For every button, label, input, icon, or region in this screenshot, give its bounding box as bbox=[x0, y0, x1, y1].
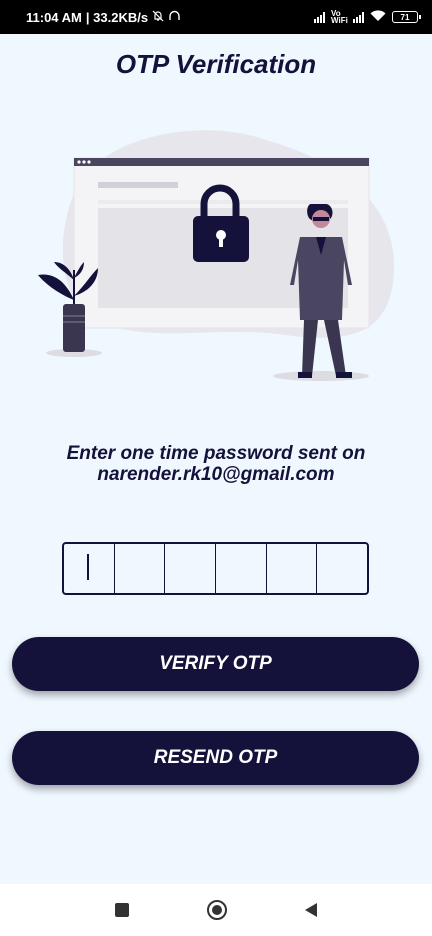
otp-digit-3[interactable] bbox=[165, 544, 217, 593]
otp-digit-5[interactable] bbox=[267, 544, 318, 593]
status-left: 11:04 AM | 33.2KB/s bbox=[26, 10, 181, 25]
system-nav-bar bbox=[0, 884, 432, 936]
wifi-icon bbox=[370, 10, 386, 24]
recents-icon[interactable] bbox=[115, 903, 129, 917]
home-icon[interactable] bbox=[207, 900, 227, 920]
volte-label: Vo WiFi bbox=[331, 9, 348, 25]
signal-icon bbox=[353, 11, 364, 23]
headphones-icon bbox=[168, 10, 181, 25]
security-illustration bbox=[36, 120, 406, 390]
battery-icon: 71 bbox=[392, 11, 421, 23]
instruction-text: Enter one time password sent on bbox=[66, 443, 366, 464]
otp-instruction: Enter one time password sent on narender… bbox=[0, 443, 432, 485]
otp-input[interactable] bbox=[62, 542, 369, 595]
otp-digit-6[interactable] bbox=[317, 544, 367, 593]
battery-level: 71 bbox=[400, 12, 410, 22]
browser-top-bar bbox=[74, 158, 369, 166]
muted-bell-icon bbox=[152, 10, 164, 25]
resend-otp-label: RESEND OTP bbox=[153, 747, 278, 768]
text-cursor bbox=[87, 554, 89, 580]
back-icon[interactable] bbox=[305, 903, 317, 917]
signal-icon bbox=[314, 11, 325, 23]
verify-otp-label: VERIFY OTP bbox=[159, 653, 272, 674]
verify-otp-button[interactable]: VERIFY OTP bbox=[12, 637, 419, 691]
recipient-email: narender.rk10@gmail.com bbox=[97, 464, 335, 485]
otp-digit-4[interactable] bbox=[216, 544, 267, 593]
network-speed: | 33.2KB/s bbox=[85, 9, 149, 25]
status-right: Vo WiFi 71 bbox=[314, 9, 421, 25]
status-bar: 11:04 AM | 33.2KB/s Vo WiFi 71 bbox=[0, 0, 432, 34]
otp-digit-1[interactable] bbox=[64, 544, 115, 593]
page-title: OTP Verification bbox=[115, 49, 317, 79]
status-time: 11:04 AM bbox=[26, 9, 82, 25]
otp-digit-2[interactable] bbox=[115, 544, 166, 593]
resend-otp-button[interactable]: RESEND OTP bbox=[12, 731, 419, 785]
